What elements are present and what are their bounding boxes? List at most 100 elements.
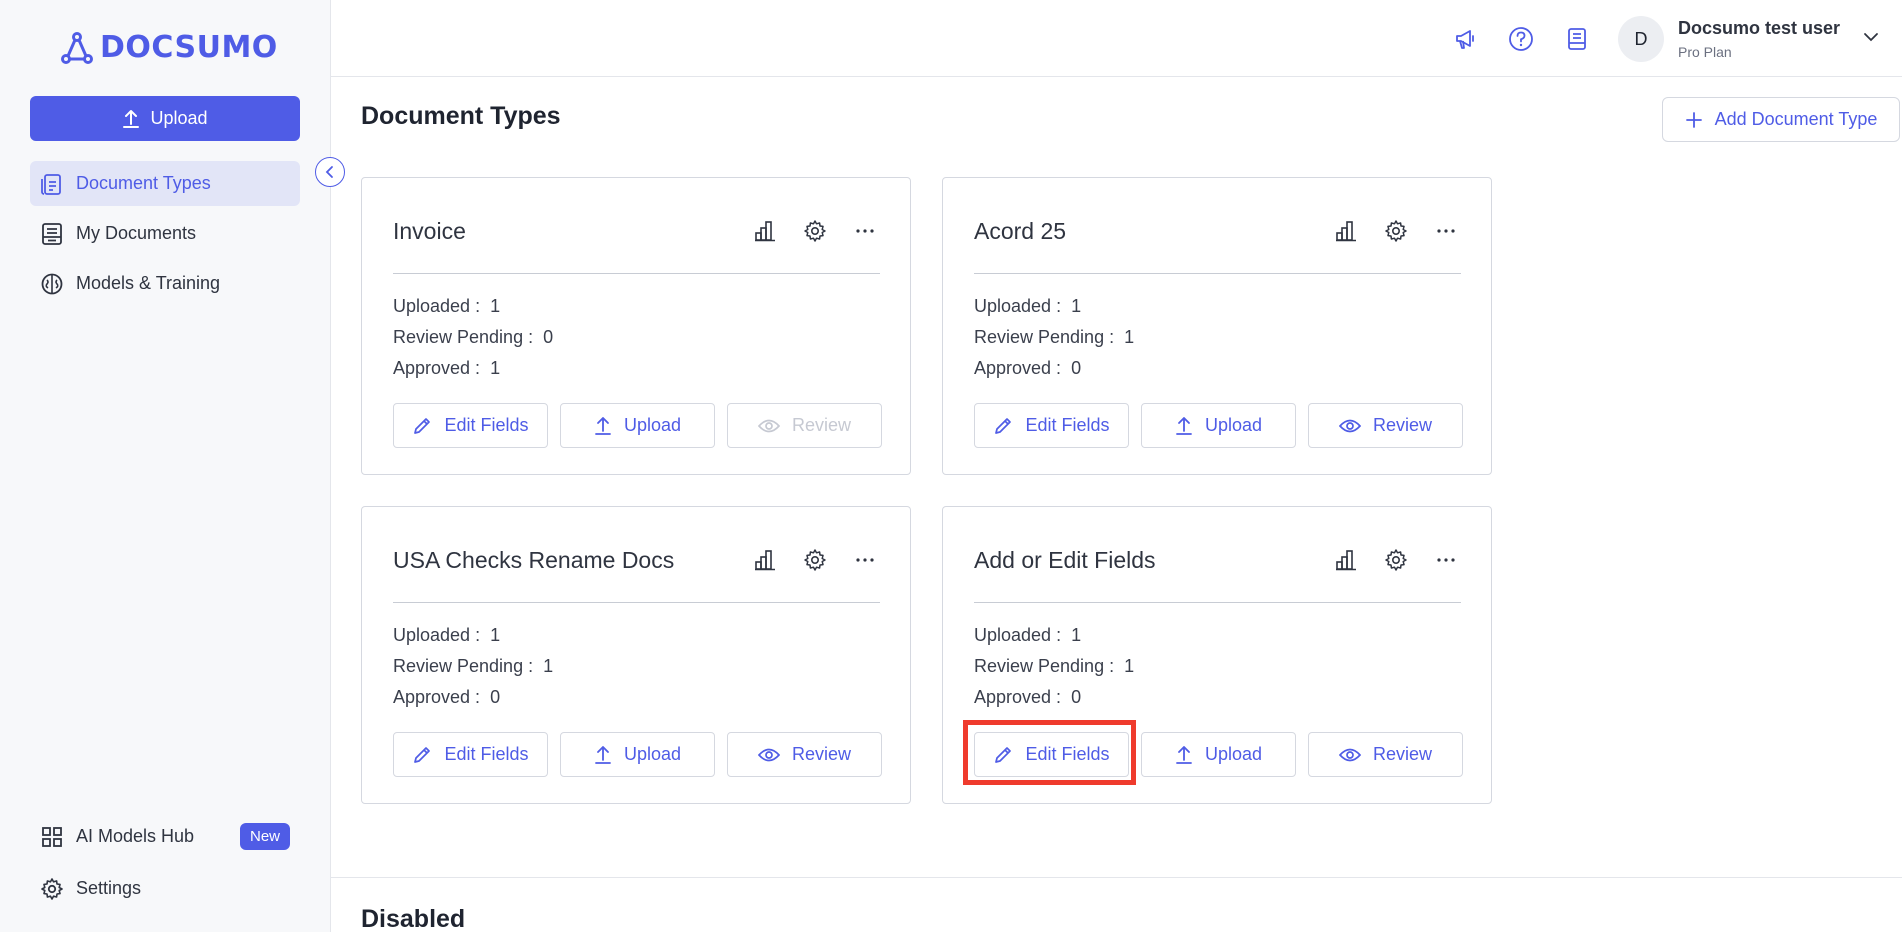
pencil-icon	[414, 417, 431, 434]
stat-value: 1	[1071, 296, 1082, 316]
chevron-left-icon	[325, 166, 333, 178]
stat-label: Approved :	[393, 358, 481, 378]
stat-label: Review Pending :	[974, 656, 1115, 676]
user-menu[interactable]: D Docsumo test user Pro Plan	[1618, 16, 1840, 62]
review-button[interactable]: Review	[1308, 732, 1463, 777]
card-buttons: Edit Fields Upload Review	[393, 403, 882, 448]
more-options-button[interactable]	[1431, 216, 1461, 246]
add-document-type-button[interactable]: Add Document Type	[1662, 97, 1900, 142]
card-upload-button[interactable]: Upload	[1141, 732, 1296, 777]
plus-icon	[1685, 111, 1702, 128]
more-horizontal-icon	[856, 229, 874, 233]
bar-chart-icon	[1336, 550, 1356, 571]
user-plan: Pro Plan	[1678, 44, 1732, 60]
more-options-button[interactable]	[1431, 545, 1461, 575]
stat-value: 1	[490, 358, 501, 378]
analytics-button[interactable]	[750, 545, 780, 575]
card-title: USA Checks Rename Docs	[393, 547, 675, 573]
card-buttons: Edit Fields Upload Review	[974, 732, 1463, 777]
more-options-button[interactable]	[850, 216, 880, 246]
eye-icon	[757, 748, 780, 761]
stat-value: 0	[543, 327, 554, 347]
upload-button[interactable]: Upload	[30, 96, 300, 141]
stat-label: Approved :	[974, 687, 1062, 707]
card-buttons: Edit Fields Upload Review	[393, 732, 882, 777]
collapse-sidebar-button[interactable]	[315, 157, 345, 187]
stat-value: 0	[1071, 687, 1082, 707]
upload-icon	[595, 416, 611, 435]
documentation-button[interactable]	[1562, 24, 1592, 54]
sidebar-item-models-training[interactable]: Models & Training	[30, 261, 300, 306]
edit-fields-label: Edit Fields	[1025, 744, 1110, 764]
analytics-button[interactable]	[750, 216, 780, 246]
stat-review-pending: Review Pending : 1	[974, 327, 1134, 358]
edit-fields-label: Edit Fields	[1025, 415, 1110, 435]
eye-icon	[757, 419, 780, 432]
card-title: Add or Edit Fields	[974, 547, 1156, 573]
documents-icon	[42, 222, 62, 245]
sidebar-item-label: AI Models Hub	[76, 826, 195, 846]
stat-review-pending: Review Pending : 1	[393, 656, 553, 687]
stat-uploaded: Uploaded : 1	[974, 296, 1134, 327]
card-actions	[750, 545, 880, 575]
user-menu-toggle[interactable]	[1862, 28, 1880, 51]
stat-label: Approved :	[393, 687, 481, 707]
review-button: Review	[727, 403, 882, 448]
stat-review-pending: Review Pending : 1	[974, 656, 1134, 687]
stat-label: Approved :	[974, 358, 1062, 378]
analytics-button[interactable]	[1331, 216, 1361, 246]
sidebar: DOCSUMO Upload Document Types My Documen…	[0, 0, 331, 932]
upload-label: Upload	[1204, 744, 1263, 764]
stat-value: 1	[1124, 656, 1135, 676]
sidebar-item-label: Document Types	[76, 173, 211, 193]
review-label: Review	[791, 744, 852, 764]
announcements-button[interactable]	[1450, 24, 1480, 54]
disabled-section-title: Disabled	[361, 905, 466, 932]
analytics-button[interactable]	[1331, 545, 1361, 575]
new-badge: New	[239, 823, 290, 850]
card-actions	[1331, 545, 1461, 575]
card-upload-button[interactable]: Upload	[560, 732, 715, 777]
card-settings-button[interactable]	[1381, 545, 1411, 575]
review-button[interactable]: Review	[1308, 403, 1463, 448]
edit-fields-button[interactable]: Edit Fields	[393, 732, 548, 777]
bar-chart-icon	[755, 550, 775, 571]
sidebar-item-ai-models-hub[interactable]: AI Models Hub New	[30, 814, 300, 859]
card-stats: Uploaded : 1 Review Pending : 0 Approved…	[393, 296, 553, 389]
card-settings-button[interactable]	[1381, 216, 1411, 246]
document-type-card: USA Checks Rename Docs Uploaded: 1 Revi…	[361, 506, 911, 804]
chevron-down-icon	[1864, 33, 1878, 42]
sidebar-item-label: My Documents	[76, 223, 197, 243]
stat-approved: Approved : 0	[393, 687, 553, 718]
more-options-button[interactable]	[850, 545, 880, 575]
sidebar-item-document-types[interactable]: Document Types	[30, 161, 300, 206]
edit-fields-button[interactable]: Edit Fields	[393, 403, 548, 448]
document-type-card: Acord 25 Uploaded: 1 Review Pending: 1…	[942, 177, 1492, 475]
section-divider	[331, 877, 1902, 878]
document-type-card: Invoice Uploaded: 1 Review Pending: 0 …	[361, 177, 911, 475]
upload-label: Upload	[623, 415, 682, 435]
gear-icon	[804, 549, 826, 571]
edit-fields-label: Edit Fields	[444, 744, 529, 764]
docsumo-logo[interactable]: DOCSUMO	[60, 30, 278, 65]
stat-value: 1	[490, 625, 501, 645]
edit-fields-label: Edit Fields	[444, 415, 529, 435]
upload-icon	[595, 745, 611, 764]
stat-approved: Approved : 1	[393, 358, 553, 389]
upload-icon	[123, 109, 140, 128]
card-upload-button[interactable]: Upload	[1141, 403, 1296, 448]
review-button[interactable]: Review	[727, 732, 882, 777]
card-settings-button[interactable]	[800, 216, 830, 246]
card-upload-button[interactable]: Upload	[560, 403, 715, 448]
card-settings-button[interactable]	[800, 545, 830, 575]
sidebar-item-settings[interactable]: Settings	[30, 866, 300, 911]
card-stats: Uploaded : 1 Review Pending : 1 Approved…	[393, 625, 553, 718]
edit-fields-button[interactable]: Edit Fields	[974, 732, 1129, 777]
sidebar-item-my-documents[interactable]: My Documents	[30, 211, 300, 256]
stat-approved: Approved : 0	[974, 687, 1134, 718]
stat-label: Uploaded :	[974, 296, 1062, 316]
edit-fields-button[interactable]: Edit Fields	[974, 403, 1129, 448]
help-button[interactable]	[1506, 24, 1536, 54]
stat-label: Uploaded :	[393, 296, 481, 316]
gear-icon	[41, 877, 63, 900]
